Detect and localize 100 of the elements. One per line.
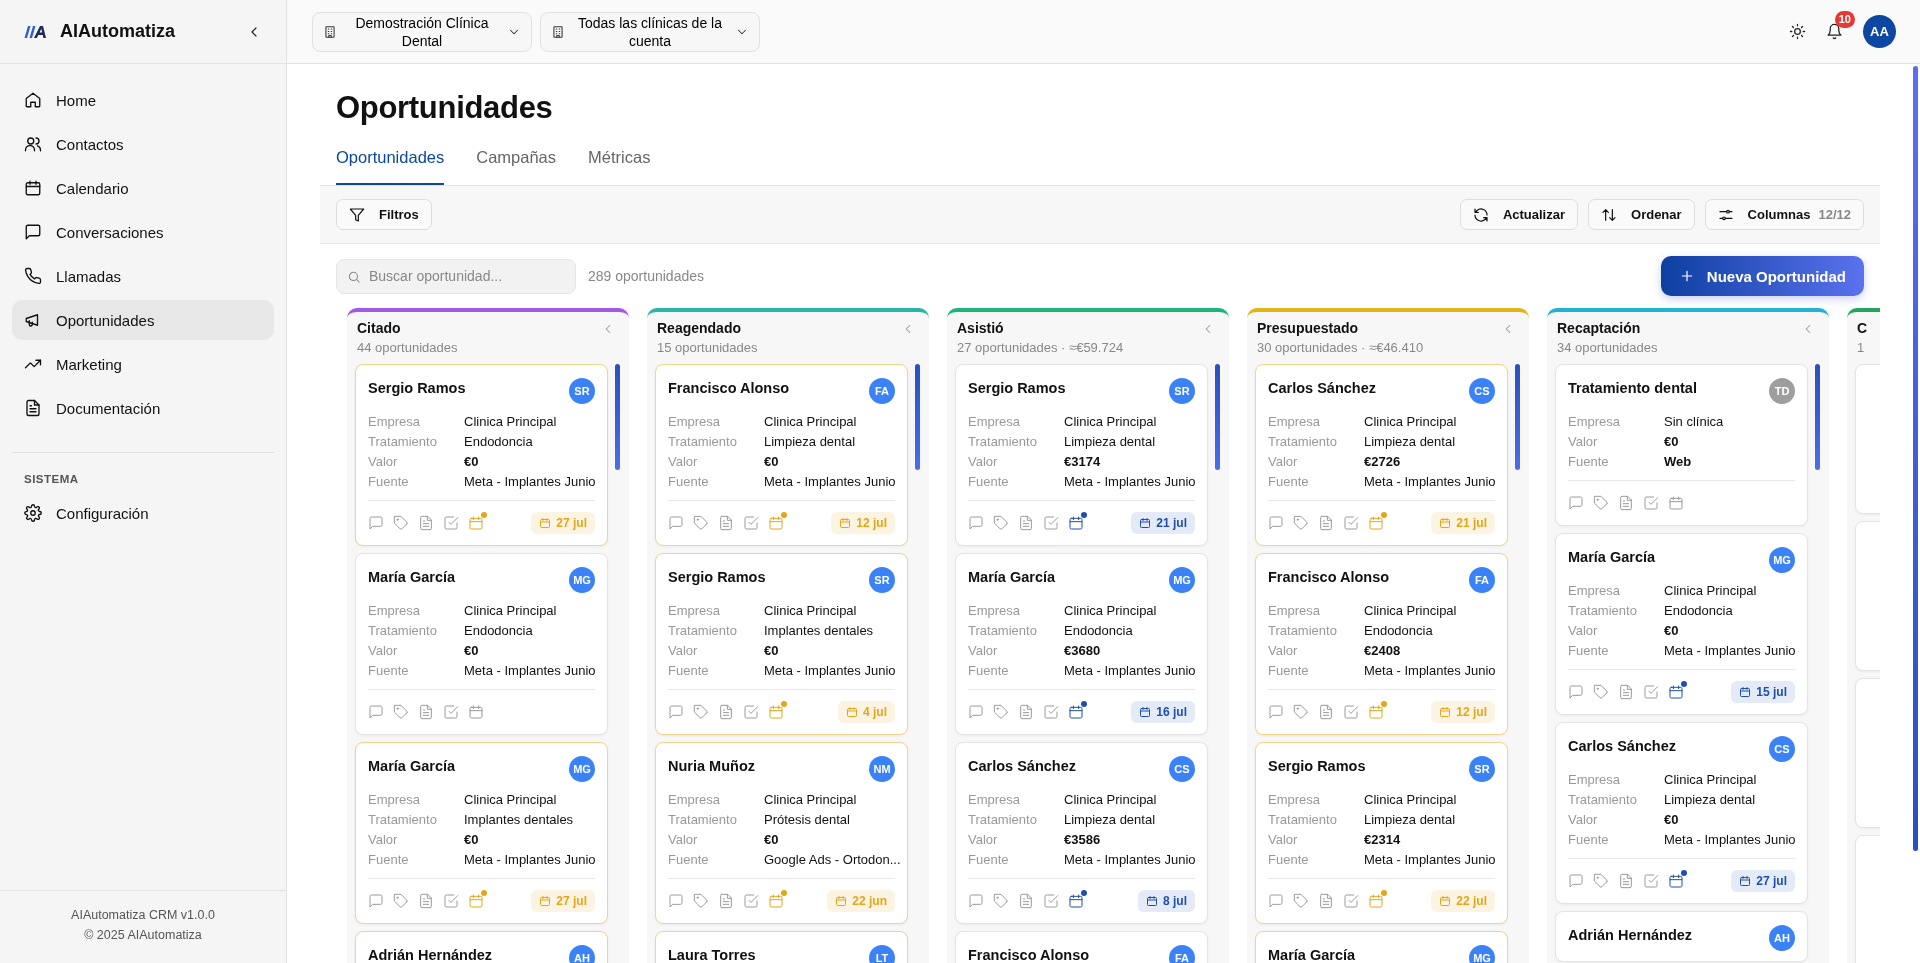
avatar: CS <box>1169 756 1195 782</box>
avatar: MG <box>1169 567 1195 593</box>
tag-icon <box>693 893 709 909</box>
nav-item[interactable]: Documentación <box>12 388 274 428</box>
field-label: Tratamiento <box>968 623 1038 638</box>
avatar: TD <box>1769 378 1795 404</box>
field-value: Clinica Principal <box>1664 772 1758 787</box>
nav-item[interactable]: Contactos <box>12 124 274 164</box>
field-label: Valor <box>1568 623 1599 638</box>
tag-icon <box>993 704 1009 720</box>
opportunity-card[interactable]: María García MG Empresa Clinica Principal Tratamiento Implantes dentales Valor €0 Fuente Meta - Implantes Junio 27 jul <box>355 742 608 924</box>
notifications-button[interactable]: 10 <box>1826 11 1855 40</box>
opportunity-card[interactable]: María García MG <box>1255 931 1508 963</box>
opportunity-card[interactable]: María García MG Empresa Clinica Principal Tratamiento Endodoncia Valor €0 Fuente Meta - Implantes Junio <box>355 553 608 735</box>
opportunity-card[interactable]: Francisco Alonso FA Empresa Clinica Principal Tratamiento Limpieza dental Valor €0 Fuente Meta - Implantes Junio 12 jul <box>655 364 908 546</box>
calendar-icon <box>468 704 484 720</box>
user-avatar[interactable]: AA <box>1863 15 1896 48</box>
document-icon <box>418 893 434 909</box>
field-value: €0 <box>464 832 480 847</box>
calendar-icon <box>1068 893 1084 909</box>
document-icon <box>1618 684 1634 700</box>
opportunity-card[interactable]: Francisco Alonso FA Empresa Clinica Principal Tratamiento Endodoncia Valor €2408 Fuente Meta - Implantes Junio 12 jul <box>1255 553 1508 735</box>
opportunity-card[interactable]: Francisco Alonso FA <box>955 931 1208 963</box>
opportunity-card[interactable]: Laura Torres LT <box>655 931 908 963</box>
clinic-selector[interactable]: Demostración Clínica Dental <box>312 11 532 52</box>
field-value: Clinica Principal <box>764 414 858 429</box>
avatar: FA <box>1469 567 1495 593</box>
field-label: Valor <box>368 454 399 469</box>
opportunity-card[interactable]: María García MG Empresa Clinica Principal Tratamiento Endodoncia Valor €0 Fuente Meta - Implantes Junio 15 jul <box>1555 533 1808 715</box>
field-value: Implantes dentales <box>464 812 575 827</box>
tag-icon <box>693 515 709 531</box>
field-value: Meta - Implantes Junio <box>464 663 596 678</box>
field-value: Limpieza dental <box>764 434 857 449</box>
calendar-icon <box>1139 706 1152 718</box>
due-date: 4 jul <box>863 705 887 719</box>
checkbox-icon <box>443 893 459 909</box>
theme-toggle-button[interactable] <box>1789 23 1806 40</box>
nav-item[interactable]: Configuración <box>12 493 274 533</box>
column-title: Reagendado <box>657 320 742 336</box>
opportunity-card[interactable]: Carlos Sánchez CS Empresa Clinica Principal Tratamiento Limpieza dental Valor €3586 Fuente Meta - Implantes Junio 8 jul <box>955 742 1208 924</box>
contact-name: Francisco Alonso <box>1268 568 1390 585</box>
comment-icon <box>1268 893 1284 909</box>
clinic-selector[interactable]: Todas las clínicas de la cuenta <box>540 11 760 52</box>
opportunity-card[interactable]: Tratamiento dental TD Empresa Sin clínica Valor €0 Fuente Web <box>1555 364 1808 526</box>
filters-button[interactable]: Filtros <box>336 199 432 230</box>
field-label: Tratamiento <box>668 623 738 638</box>
field-value: €3174 <box>1064 454 1102 469</box>
checkbox-icon <box>1343 893 1359 909</box>
opportunity-card[interactable]: Carlos Sánchez CS Empresa Clinica Principal Tratamiento Limpieza dental Valor €0 Fuente Meta - Implantes Junio 27 jul <box>1555 722 1808 904</box>
opportunity-card[interactable]: Carlos Sánchez CS Empresa Clinica Principal Tratamiento Limpieza dental Valor €2726 Fuente Meta - Implantes Junio 21 jul <box>1255 364 1508 546</box>
opportunity-card[interactable]: Adrián Hernández AH <box>1555 911 1808 962</box>
field-label: Valor <box>668 454 699 469</box>
calendar-icon <box>1439 895 1452 907</box>
field-value: Clinica Principal <box>1364 414 1458 429</box>
opportunity-card[interactable]: Sergio Ramos SR Empresa Clinica Principal Tratamiento Limpieza dental Valor €3174 Fuente Meta - Implantes Junio 21 jul <box>955 364 1208 546</box>
toolbar-button[interactable]: Columnas 12/12 <box>1704 199 1864 230</box>
nav-item[interactable]: Conversaciones <box>12 212 274 252</box>
toolbar-button[interactable]: Actualizar <box>1459 199 1579 230</box>
field-value: Clinica Principal <box>764 792 858 807</box>
tab[interactable]: Métricas <box>588 148 651 185</box>
calendar-icon <box>839 517 852 529</box>
toolbar-button[interactable]: Ordenar <box>1588 199 1695 230</box>
field-value: Meta - Implantes Junio <box>464 474 596 489</box>
field-label: Valor <box>368 832 399 847</box>
field-label: Tratamiento <box>368 434 438 449</box>
calendar-icon <box>1368 704 1384 720</box>
nav-item[interactable]: Marketing <box>12 344 274 384</box>
opportunity-card[interactable]: Sergio Ramos SR Empresa Clinica Principal Tratamiento Endodoncia Valor €0 Fuente Meta - Implantes Junio 27 jul <box>355 364 608 546</box>
field-label: Fuente <box>368 663 410 678</box>
opportunity-card[interactable]: Sergio Ramos SR Empresa Clinica Principal Tratamiento Implantes dentales Valor €0 Fuente Meta - Implantes Junio 4 jul <box>655 553 908 735</box>
tab[interactable]: Campañas <box>476 148 557 185</box>
comment-icon <box>1568 684 1584 700</box>
comment-icon <box>668 704 684 720</box>
contact-name: Francisco Alonso <box>968 946 1090 963</box>
field-label: Empresa <box>368 603 422 618</box>
nav-item[interactable]: Home <box>12 80 274 120</box>
result-count: 289 oportunidades <box>588 268 705 284</box>
avatar: LT <box>869 945 895 963</box>
new-opportunity-button[interactable]: Nueva Oportunidad <box>1660 256 1864 296</box>
field-label: Empresa <box>368 792 422 807</box>
column-subtitle: 34 oportunidades <box>1557 340 1658 355</box>
calendar-icon <box>1668 684 1684 700</box>
calendar-icon <box>468 515 484 531</box>
nav-item[interactable]: Oportunidades <box>12 300 274 340</box>
opportunity-card[interactable]: María García MG Empresa Clinica Principal Tratamiento Endodoncia Valor €3680 Fuente Meta - Implantes Junio 16 jul <box>955 553 1208 735</box>
calendar-icon <box>846 706 858 718</box>
search-field[interactable]: Buscar oportunidad... <box>336 258 576 294</box>
nav-item[interactable]: Llamadas <box>12 256 274 296</box>
tag-icon <box>1293 704 1309 720</box>
opportunity-card[interactable]: Sergio Ramos SR Empresa Clinica Principal Tratamiento Limpieza dental Valor €2314 Fuente Meta - Implantes Junio 22 jul <box>1255 742 1508 924</box>
field-value: Meta - Implantes Junio <box>1664 832 1796 847</box>
calendar-icon <box>1439 517 1452 529</box>
opportunity-card[interactable]: Adrián Hernández AH <box>355 931 608 963</box>
checkbox-icon <box>743 704 759 720</box>
tag-icon <box>1293 893 1309 909</box>
opportunity-card[interactable]: Nuria Muñoz NM Empresa Clinica Principal Tratamiento Prótesis dental Valor €0 Fuente Google Ads - Ortodon... 22 jun <box>655 742 908 924</box>
nav-item[interactable]: Calendario <box>12 168 274 208</box>
field-value: Clinica Principal <box>1064 792 1158 807</box>
field-value: Meta - Implantes Junio <box>1064 663 1196 678</box>
field-label: Empresa <box>1268 792 1322 807</box>
